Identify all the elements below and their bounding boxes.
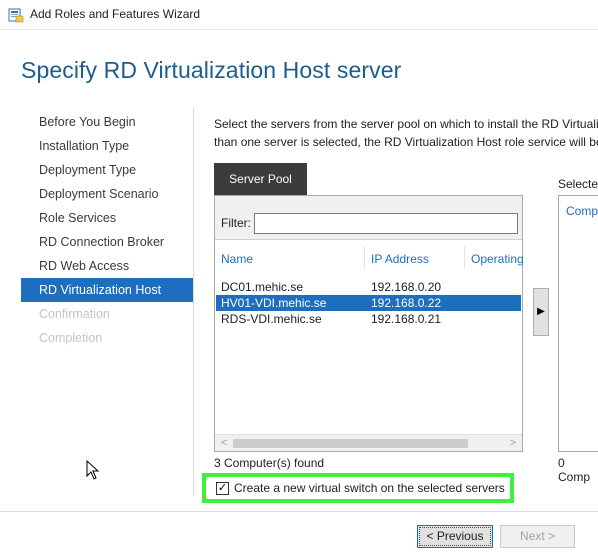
scroll-left-icon[interactable]: < xyxy=(221,437,227,449)
page-header: Specify RD Virtualization Host server xyxy=(0,31,598,109)
nav-item-deployment-type[interactable]: Deployment Type xyxy=(21,158,193,182)
nav-divider xyxy=(193,108,194,496)
selected-label: Selected xyxy=(558,177,598,191)
table-row-selected[interactable]: HV01-VDI.mehic.se 192.168.0.22 xyxy=(216,295,521,311)
nav-item-rd-web-access[interactable]: RD Web Access xyxy=(21,254,193,278)
nav-item-completion: Completion xyxy=(39,331,103,345)
filter-bar: Filter: xyxy=(215,196,522,240)
wizard-nav: Before You Begin Installation Type Deplo… xyxy=(21,110,193,350)
add-to-selected-button[interactable]: ▶ xyxy=(533,288,549,336)
table-row[interactable]: RDS-VDI.mehic.se 192.168.0.21 xyxy=(216,311,521,327)
nav-item-role-services[interactable]: Role Services xyxy=(21,206,193,230)
column-header-operating-system[interactable]: Operating xyxy=(471,252,524,266)
nav-item-rd-virtualization-host[interactable]: RD Virtualization Host xyxy=(21,278,193,302)
column-header-computer[interactable]: Comp xyxy=(566,204,598,218)
previous-button-label: < Previous xyxy=(419,527,491,546)
checkmark-icon: ✓ xyxy=(217,482,228,494)
description-line: than one server is selected, the RD Virt… xyxy=(214,135,598,149)
selected-servers-list: Comp xyxy=(558,195,598,452)
column-header-name[interactable]: Name xyxy=(221,252,253,266)
server-name: RDS-VDI.mehic.se xyxy=(221,312,322,326)
page-description: Select the servers from the server pool … xyxy=(214,115,598,151)
table-row[interactable]: DC01.mehic.se 192.168.0.20 xyxy=(216,279,521,295)
description-line: Select the servers from the server pool … xyxy=(214,117,598,131)
window-title: Add Roles and Features Wizard xyxy=(30,7,201,21)
selected-count: 0 Comp xyxy=(558,456,591,484)
server-name: DC01.mehic.se xyxy=(221,280,304,294)
arrow-right-icon: ▶ xyxy=(537,306,545,317)
server-ip: 192.168.0.20 xyxy=(371,280,442,294)
nav-item-installation-type[interactable]: Installation Type xyxy=(21,134,193,158)
page-title: Specify RD Virtualization Host server xyxy=(21,57,402,83)
nav-item-before-you-begin[interactable]: Before You Begin xyxy=(21,110,193,134)
title-bar: Add Roles and Features Wizard xyxy=(0,0,598,30)
scrollbar-thumb[interactable] xyxy=(233,439,468,448)
filter-input[interactable] xyxy=(254,213,518,234)
column-divider[interactable] xyxy=(464,246,465,268)
horizontal-scrollbar[interactable]: < > xyxy=(215,434,522,451)
nav-item-confirmation: Confirmation xyxy=(39,307,110,321)
nav-item-deployment-scenario[interactable]: Deployment Scenario xyxy=(21,182,193,206)
virtual-switch-highlight: ✓ Create a new virtual switch on the sel… xyxy=(202,473,514,503)
column-header-ip-address[interactable]: IP Address xyxy=(371,252,429,266)
next-button: Next > xyxy=(500,525,575,548)
server-name: HV01-VDI.mehic.se xyxy=(221,296,327,310)
nav-item-rd-connection-broker[interactable]: RD Connection Broker xyxy=(21,230,193,254)
server-ip: 192.168.0.22 xyxy=(371,296,442,310)
server-ip: 192.168.0.21 xyxy=(371,312,442,326)
virtual-switch-label[interactable]: Create a new virtual switch on the selec… xyxy=(234,481,505,495)
previous-button[interactable]: < Previous xyxy=(417,525,493,548)
wizard-footer: < Previous Next > xyxy=(0,511,598,559)
virtual-switch-checkbox[interactable]: ✓ xyxy=(216,482,229,495)
column-divider[interactable] xyxy=(364,246,365,268)
filter-label: Filter: xyxy=(221,216,251,230)
tab-server-pool[interactable]: Server Pool xyxy=(214,163,307,195)
mouse-cursor-icon xyxy=(86,460,100,480)
scroll-right-icon[interactable]: > xyxy=(510,437,516,449)
computer-count: 3 Computer(s) found xyxy=(214,456,325,470)
server-manager-icon xyxy=(8,8,24,23)
server-pool-list: Filter: Name IP Address Operating DC01.m… xyxy=(214,195,524,452)
